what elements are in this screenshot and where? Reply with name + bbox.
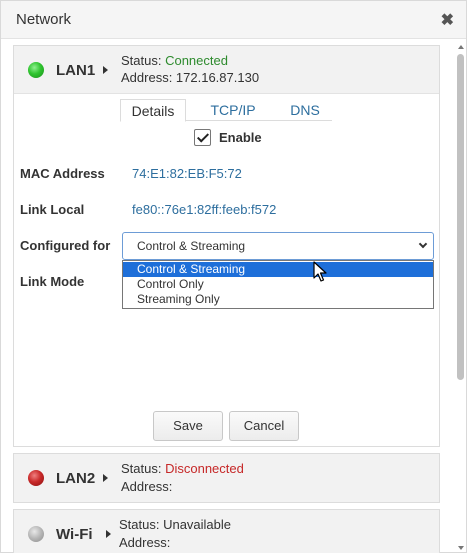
enable-checkbox[interactable] <box>194 129 211 146</box>
lan2-status-led-icon <box>28 470 44 486</box>
scroll-up-arrow-icon[interactable] <box>458 45 464 49</box>
lan1-tabs: Details TCP/IP DNS <box>120 99 332 122</box>
tab-tcp-ip[interactable]: TCP/IP <box>204 99 262 121</box>
lan2-status-prefix: Status: <box>121 461 166 476</box>
link-mode-label: Link Mode <box>20 274 85 289</box>
wifi-name: Wi-Fi <box>56 526 93 543</box>
lan2-status: Status: Disconnected <box>121 461 244 476</box>
network-dialog: Network ✖ LAN1 Status: Connected Address… <box>0 0 467 553</box>
chevron-down-icon <box>418 239 428 249</box>
option-streaming-only[interactable]: Streaming Only <box>123 292 433 307</box>
save-button[interactable]: Save <box>153 411 223 441</box>
wifi-status-prefix: Status: <box>119 517 164 532</box>
cancel-button[interactable]: Cancel <box>229 411 299 441</box>
option-control-only[interactable]: Control Only <box>123 277 433 292</box>
lan1-header[interactable]: LAN1 Status: Connected Address: 172.16.8… <box>14 46 439 94</box>
tab-details[interactable]: Details <box>120 99 186 122</box>
vertical-scrollbar[interactable] <box>457 45 464 550</box>
configured-for-select[interactable]: Control & Streaming <box>122 232 434 260</box>
configured-for-label: Configured for <box>20 238 111 253</box>
option-control-streaming[interactable]: Control & Streaming <box>123 262 433 277</box>
scroll-down-arrow-icon[interactable] <box>458 546 464 550</box>
lan2-panel[interactable]: LAN2 Status: Disconnected Address: <box>13 453 440 503</box>
wifi-header[interactable]: Wi-Fi Status: Unavailable Address: <box>14 510 439 553</box>
title-bar: Network ✖ <box>1 1 466 39</box>
wifi-status-led-icon <box>28 526 44 542</box>
lan2-status-value: Disconnected <box>165 461 244 476</box>
mouse-pointer-icon <box>313 261 327 282</box>
link-local-value: fe80::76e1:82ff:feeb:f572 <box>132 202 277 217</box>
caret-right-icon[interactable] <box>106 530 111 538</box>
scrollbar-thumb[interactable] <box>457 54 464 380</box>
lan1-status: Status: Connected <box>121 53 228 68</box>
lan2-header[interactable]: LAN2 Status: Disconnected Address: <box>14 454 439 502</box>
enable-label: Enable <box>219 130 262 145</box>
configured-for-selected-value: Control & Streaming <box>137 239 246 253</box>
caret-right-icon[interactable] <box>103 66 108 74</box>
lan1-status-led-icon <box>28 62 44 78</box>
lan1-panel: LAN1 Status: Connected Address: 172.16.8… <box>13 45 440 447</box>
tab-dns[interactable]: DNS <box>278 99 332 121</box>
lan1-name: LAN1 <box>56 62 96 79</box>
wifi-status: Status: Unavailable <box>119 517 231 532</box>
dialog-body: LAN1 Status: Connected Address: 172.16.8… <box>1 40 466 553</box>
mac-address-label: MAC Address <box>20 166 105 181</box>
lan2-name: LAN2 <box>56 470 96 487</box>
lan1-status-value: Connected <box>165 53 228 68</box>
link-local-label: Link Local <box>20 202 85 217</box>
lan1-address: Address: 172.16.87.130 <box>121 70 260 85</box>
wifi-address: Address: <box>119 535 171 550</box>
close-icon[interactable]: ✖ <box>441 10 454 30</box>
mac-address-value: 74:E1:82:EB:F5:72 <box>132 166 242 181</box>
wifi-panel[interactable]: Wi-Fi Status: Unavailable Address: <box>13 509 440 553</box>
lan1-status-prefix: Status: <box>121 53 166 68</box>
dialog-title: Network <box>16 11 72 28</box>
configured-for-dropdown: Control & Streaming Control Only Streami… <box>122 260 434 309</box>
wifi-status-value: Unavailable <box>163 517 232 532</box>
lan2-address: Address: <box>121 479 173 494</box>
caret-right-icon[interactable] <box>103 474 108 482</box>
